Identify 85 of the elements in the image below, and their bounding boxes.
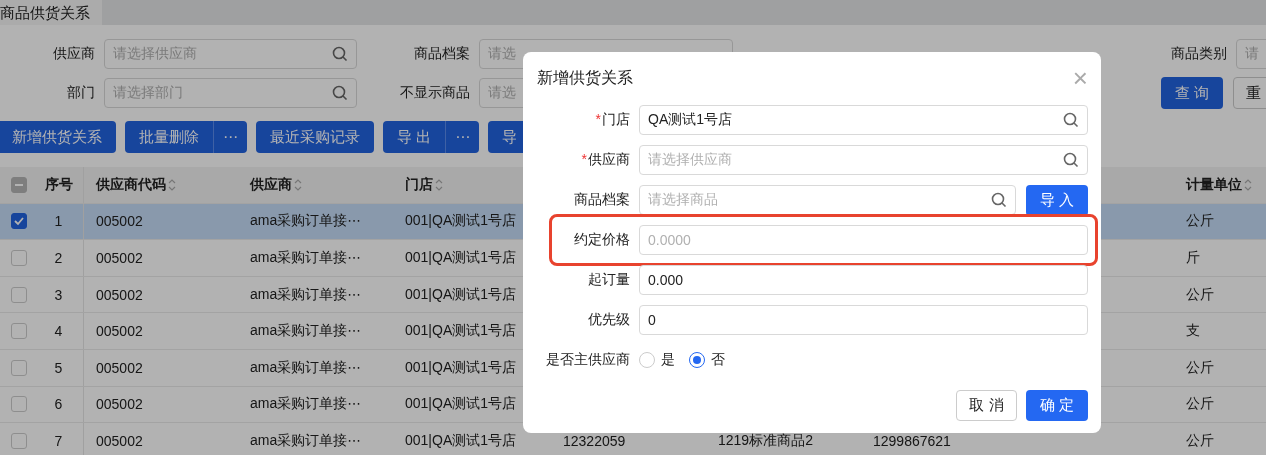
field-label: 起订量 <box>587 271 630 289</box>
table-cell: 5 <box>54 359 63 376</box>
table-cell: ama采购订单接⋯ <box>250 249 362 267</box>
radio-label: 否 <box>711 351 725 369</box>
table-cell: 001|QA测试1号店 <box>405 285 516 304</box>
dialog-title: 新增供货关系 <box>537 67 633 88</box>
table-cell: 005002 <box>96 396 143 413</box>
column-header[interactable]: 序号 <box>44 175 73 194</box>
table-cell: 斤 <box>1186 249 1200 267</box>
column-header[interactable]: 供应商 <box>250 175 302 194</box>
table-cell: 005002 <box>96 250 143 266</box>
filter-label: 部门 <box>66 84 95 102</box>
table-cell: 公斤 <box>1186 431 1214 450</box>
table-cell: 1219标准商品2 <box>718 431 813 448</box>
filter-label: 商品档案 <box>413 45 470 63</box>
search-icon <box>332 85 348 101</box>
filter-label: 不显示商品 <box>399 84 470 102</box>
reset-button[interactable]: 重 <box>1233 77 1266 109</box>
field-label: *供应商 <box>580 151 630 169</box>
more-button[interactable]: ⋯ <box>445 121 480 153</box>
confirm-button[interactable]: 确 定 <box>1026 390 1088 421</box>
input-field[interactable]: 0.000 <box>639 265 1088 295</box>
more-button[interactable]: ⋯ <box>213 121 247 153</box>
field-label: 约定价格 <box>573 231 630 249</box>
sort-icon <box>168 177 176 192</box>
field-label: 是否主供应商 <box>545 351 630 369</box>
column-header[interactable]: 计量单位 <box>1186 175 1252 194</box>
field-label: 商品档案 <box>573 191 630 209</box>
table-cell: 005002 <box>96 213 143 230</box>
table-cell: 005002 <box>96 323 143 340</box>
toolbar-button[interactable]: 最近采购记录 <box>256 121 374 153</box>
table-cell: 2 <box>54 250 63 266</box>
table-cell: 3 <box>54 286 63 303</box>
table-cell: 1299867621 <box>873 432 951 449</box>
table-cell: 公斤 <box>1186 285 1214 304</box>
table-cell: 12322059 <box>563 432 626 449</box>
cancel-button[interactable]: 取 消 <box>956 390 1017 421</box>
input-field[interactable]: QA测试1号店 <box>639 105 1088 135</box>
table-cell: 6 <box>54 396 63 413</box>
toolbar-button[interactable]: 导 出 <box>383 121 446 153</box>
table-cell: ama采购订单接⋯ <box>250 212 362 231</box>
sort-icon <box>435 177 443 192</box>
column-header[interactable]: 供应商代码 <box>96 175 176 194</box>
table-cell: 005002 <box>96 286 143 303</box>
table-cell: ama采购订单接⋯ <box>250 322 362 341</box>
table-cell: 支 <box>1186 322 1200 341</box>
page-tab[interactable]: 商品供货关系 <box>0 0 102 25</box>
search-icon <box>991 192 1007 208</box>
table-cell: 005002 <box>96 359 143 376</box>
table-cell: 1 <box>54 213 63 230</box>
table-cell: 公斤 <box>1186 395 1214 414</box>
table-cell: 001|QA测试1号店 <box>405 322 516 341</box>
table-cell: 7 <box>54 432 63 449</box>
filter-label: 供应商 <box>52 45 95 63</box>
toolbar-button[interactable]: 新增供货关系 <box>0 121 116 153</box>
column-header[interactable]: 门店 <box>405 175 443 194</box>
table-cell: 001|QA测试1号店 <box>405 212 516 231</box>
radio-label: 是 <box>661 351 675 369</box>
table-cell: 公斤 <box>1186 212 1214 231</box>
header-checkbox[interactable] <box>11 176 27 193</box>
search-icon <box>332 46 348 62</box>
sort-icon <box>294 177 302 192</box>
search-icon <box>1063 112 1079 128</box>
table-cell: 001|QA测试1号店 <box>405 249 516 267</box>
import-button[interactable]: 导 入 <box>1026 184 1088 216</box>
table-cell: ama采购订单接⋯ <box>250 395 362 414</box>
table-cell: ama采购订单接⋯ <box>250 358 362 377</box>
filter-label: 商品类别 <box>1171 45 1227 63</box>
close-button[interactable]: × <box>1072 66 1088 90</box>
field-label: *门店 <box>594 111 630 129</box>
table-cell: 001|QA测试1号店 <box>405 431 516 450</box>
sort-icon <box>1244 177 1252 192</box>
search-icon <box>1063 152 1079 168</box>
input-field[interactable]: 0 <box>639 305 1088 335</box>
table-cell: 4 <box>54 323 63 340</box>
table-cell: 005002 <box>96 432 143 449</box>
query-button[interactable]: 查 询 <box>1161 77 1223 109</box>
table-cell: 001|QA测试1号店 <box>405 358 516 377</box>
row-checkbox[interactable] <box>11 213 27 230</box>
table-cell: ama采购订单接⋯ <box>250 431 362 450</box>
toolbar-button[interactable]: 批量删除 <box>125 121 213 153</box>
table-cell: 001|QA测试1号店 <box>405 395 516 414</box>
table-cell: 公斤 <box>1186 358 1214 377</box>
field-label: 优先级 <box>587 311 630 329</box>
table-cell: ama采购订单接⋯ <box>250 285 362 304</box>
